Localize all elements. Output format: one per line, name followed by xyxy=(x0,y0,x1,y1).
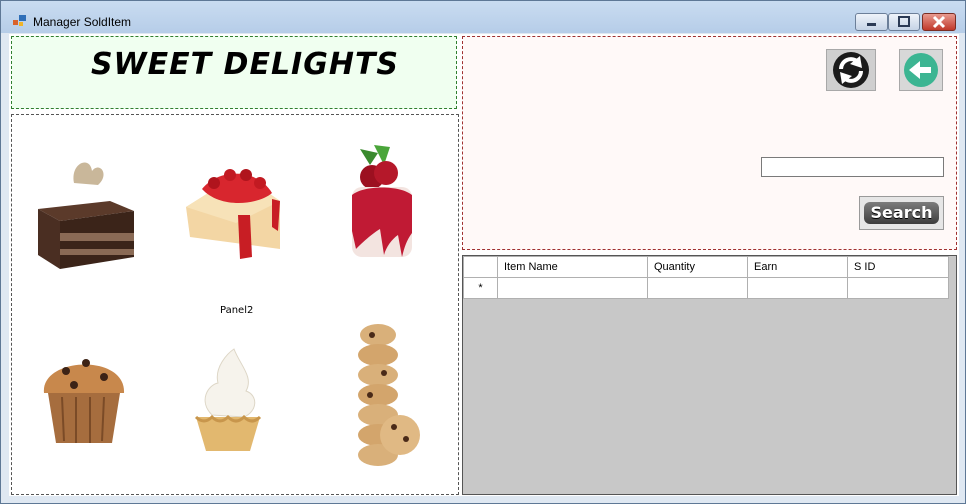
title-panel: SWEET DELIGHTS xyxy=(11,36,457,109)
maximize-icon xyxy=(898,16,910,27)
new-row-cell[interactable] xyxy=(747,277,848,299)
search-panel: Search xyxy=(462,36,957,250)
cherry-mousse-image xyxy=(352,145,412,257)
search-input[interactable] xyxy=(761,157,944,177)
panel-caption: Panel2 xyxy=(220,305,254,316)
brand-title: SWEET DELIGHTS xyxy=(90,47,400,82)
column-header-quantity[interactable]: Quantity xyxy=(647,256,748,278)
back-arrow-icon xyxy=(904,53,938,87)
grid-header-row: Item Name Quantity Earn S ID xyxy=(463,256,949,278)
images-panel: Panel2 xyxy=(11,114,459,495)
maximize-button[interactable] xyxy=(888,13,920,31)
column-header-s-id[interactable]: S ID xyxy=(847,256,949,278)
chocolate-chip-muffin-image xyxy=(43,359,125,443)
new-row-cell[interactable] xyxy=(847,277,949,299)
close-button[interactable] xyxy=(922,13,956,31)
minimize-button[interactable] xyxy=(855,13,888,31)
title-bar: Manager SoldItem xyxy=(1,1,965,33)
cherry-cheesecake-image xyxy=(186,169,280,259)
client-area: SWEET DELIGHTS Panel2 Search Item Name Q… xyxy=(9,34,959,496)
close-icon xyxy=(932,15,946,29)
new-row[interactable]: * xyxy=(463,277,949,299)
sold-items-grid[interactable]: Item Name Quantity Earn S ID * xyxy=(462,255,957,495)
refresh-button[interactable] xyxy=(826,49,876,91)
window-title: Manager SoldItem xyxy=(33,15,132,29)
cookie-stack-image xyxy=(358,324,420,466)
refresh-icon xyxy=(833,52,869,88)
grid-table: Item Name Quantity Earn S ID * xyxy=(463,256,949,299)
column-header-earn[interactable]: Earn xyxy=(747,256,848,278)
column-header-item-name[interactable]: Item Name xyxy=(497,256,648,278)
app-icon xyxy=(13,15,26,26)
new-row-marker[interactable]: * xyxy=(463,277,498,299)
search-button[interactable]: Search xyxy=(859,196,944,230)
back-button[interactable] xyxy=(899,49,943,91)
row-header-corner xyxy=(463,256,498,278)
new-row-cell[interactable] xyxy=(497,277,648,299)
minimize-icon xyxy=(867,23,876,26)
cream-tart-image xyxy=(194,348,262,451)
main-window: Manager SoldItem SWEET DELIGHTS Panel2 S… xyxy=(0,0,966,504)
search-button-label: Search xyxy=(864,202,939,224)
chocolate-cake-slice-image xyxy=(38,162,134,269)
new-row-cell[interactable] xyxy=(647,277,748,299)
